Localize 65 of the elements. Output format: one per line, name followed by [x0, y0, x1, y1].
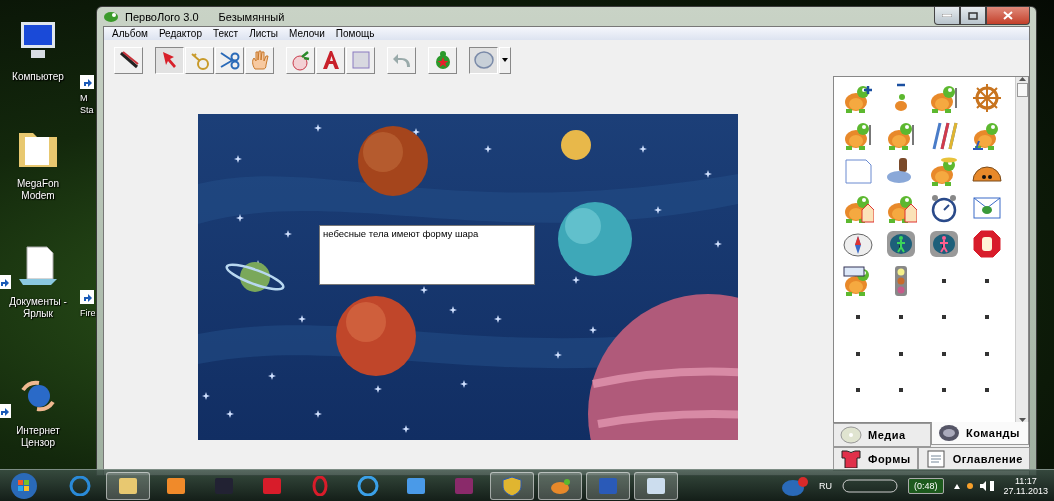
close-icon — [1003, 11, 1013, 20]
mail-icon — [405, 475, 427, 496]
close-button[interactable] — [986, 7, 1030, 25]
desktop-icon-label[interactable]: Интернет Цензор — [0, 425, 76, 449]
scrollbar[interactable] — [1015, 77, 1028, 422]
language-indicator[interactable]: RU — [819, 480, 833, 491]
player-icon — [165, 475, 187, 496]
minimize-icon — [942, 14, 952, 17]
panel-tab[interactable]: Оглавление — [917, 447, 1030, 471]
scroll-up-icon — [1018, 77, 1026, 81]
browser-icon — [69, 475, 91, 496]
brushes-icon — [117, 49, 140, 71]
battery-timer: (0:48) — [908, 477, 944, 494]
document-icon — [597, 475, 619, 496]
desktop-icon-label[interactable]: Компьютер — [12, 71, 64, 83]
taskbar-app[interactable] — [538, 471, 582, 500]
menu-item[interactable]: Альбом — [112, 28, 148, 39]
minimize-button[interactable] — [934, 7, 960, 25]
archive-icon — [453, 475, 475, 496]
caret-icon — [502, 58, 508, 62]
panel-tab[interactable]: Команды — [931, 422, 1029, 445]
windows-icon — [645, 475, 667, 496]
toggle-icon — [842, 478, 899, 493]
menu-item[interactable]: Помощь — [335, 28, 375, 39]
menu-item[interactable]: Редактор — [158, 28, 202, 39]
dropdown-button[interactable] — [499, 46, 511, 74]
desktop-icon-label[interactable]: Документы - Ярлык — [0, 296, 76, 320]
ship-wheel-icon — [970, 82, 1003, 115]
document-title: Безымянный — [218, 10, 285, 23]
folder-icon — [117, 475, 139, 496]
turtle-icon — [103, 10, 119, 23]
antivirus-icon — [261, 475, 283, 496]
desktop-icon-label[interactable]: Fire — [80, 307, 96, 319]
disc-icon — [840, 426, 862, 444]
clock[interactable]: 11:17 27.11.2013 — [1003, 475, 1048, 496]
network-icon — [781, 475, 810, 496]
menu-item[interactable]: Листы — [249, 28, 279, 39]
desktop-icon-label[interactable]: MegaFon Modem — [0, 178, 76, 202]
desktop-icon-label[interactable]: M Sta — [80, 92, 94, 116]
taskbar-app[interactable] — [490, 471, 534, 500]
radish-icon — [289, 49, 312, 71]
maximize-button[interactable] — [960, 7, 986, 25]
taskbar-app[interactable] — [106, 471, 150, 500]
scroll-thumb[interactable] — [1017, 83, 1028, 97]
shield-icon — [501, 475, 523, 496]
panel-tab[interactable]: Медиа — [833, 423, 931, 447]
eye-icon — [938, 424, 960, 442]
menu-item[interactable]: Текст — [212, 28, 239, 39]
browser-icon — [357, 475, 379, 496]
windows-logo-icon — [9, 471, 39, 500]
taskbar-app[interactable] — [586, 471, 630, 500]
scanner-icon — [213, 475, 235, 496]
ellipse-icon — [472, 49, 495, 71]
shirt-icon — [840, 450, 862, 468]
text-field[interactable]: небесные тела имеют форму шара — [319, 225, 535, 285]
window-title: ПервоЛого 3.0 — [125, 10, 199, 23]
stop-hand-icon — [970, 228, 1003, 261]
square-icon — [349, 49, 372, 71]
scissors-icon — [218, 49, 241, 71]
notepad-icon — [924, 450, 947, 468]
menu-item[interactable]: Мелочи — [289, 28, 325, 39]
taskbar-app[interactable] — [634, 471, 678, 500]
tray-icons-drawing — [953, 479, 994, 492]
restore-icon — [968, 11, 978, 20]
panel-tab[interactable]: Формы — [833, 447, 918, 471]
